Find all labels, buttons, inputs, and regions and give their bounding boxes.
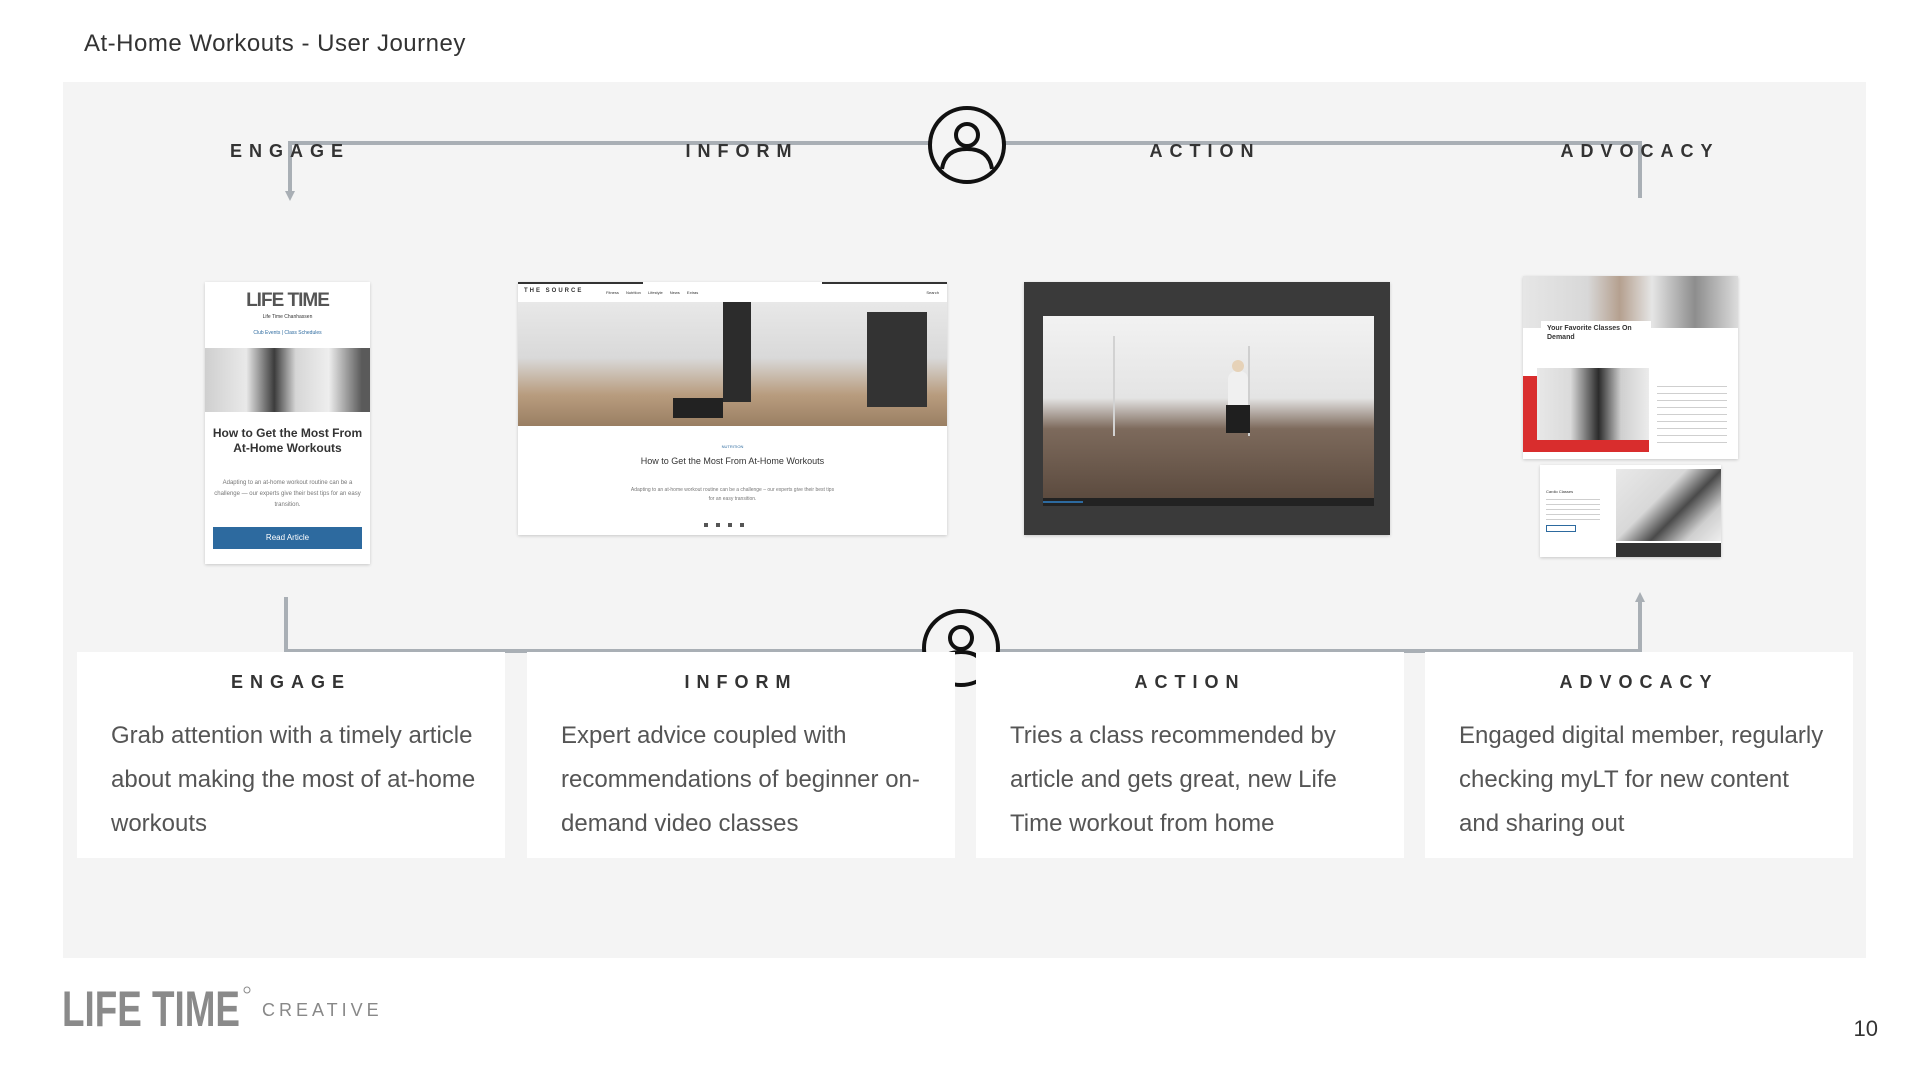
- creative-label: CREATIVE: [262, 1000, 383, 1020]
- card-advocacy: ADVOCACY Engaged digital member, regular…: [1425, 652, 1853, 858]
- thumb-nav: Fitness Nutrition Lifestyle News Extras: [606, 290, 699, 295]
- engage-email-thumbnail: LIFE TIME Life Time Chanhassen Club Even…: [205, 282, 370, 564]
- thumb-headline: How to Get the Most From At-Home Workout…: [640, 456, 825, 466]
- card-title: ENGAGE: [230, 672, 351, 692]
- thumb-photo: [205, 348, 370, 412]
- life-time-logo: LIFE TIME: [62, 984, 251, 1032]
- user-circle-icon: [928, 106, 1006, 184]
- stage-label-advocacy: ADVOCACY: [1560, 141, 1720, 161]
- page-number: 10: [1853, 1016, 1878, 1041]
- card-body: Tries a class recommended by article and…: [1010, 722, 1337, 837]
- card-inform: INFORM Expert advice coupled with recomm…: [527, 652, 955, 858]
- thumb-hero-photo: [518, 302, 947, 426]
- video-controls[interactable]: [1043, 498, 1374, 506]
- card-title: ACTION: [1134, 672, 1246, 692]
- svg-text:LIFE TIME: LIFE TIME: [62, 984, 240, 1032]
- thumb-blurb: Adapting to an at-home workout routine c…: [214, 480, 361, 508]
- card-title: INFORM: [684, 672, 798, 692]
- action-video-thumbnail: [1024, 282, 1390, 535]
- card-engage: ENGAGE Grab attention with a timely arti…: [77, 652, 505, 858]
- stage-label-action: ACTION: [1149, 141, 1261, 161]
- advocacy-class-name: Cardio Classes: [1546, 489, 1574, 494]
- card-title: ADVOCACY: [1559, 672, 1719, 692]
- thumb-search: Search: [926, 290, 939, 295]
- video-frame: [1043, 316, 1374, 498]
- thumb-club-name: Life Time Chanhassen: [262, 314, 313, 320]
- inform-article-thumbnail: THE SOURCE Fitness Nutrition Lifestyle N…: [518, 282, 947, 535]
- share-icons: [704, 514, 761, 527]
- advocacy-ondemand-thumbnail: Your Favorite Classes On Demand: [1523, 276, 1738, 459]
- stage-label-inform: INFORM: [685, 141, 799, 161]
- advocacy-heading: Your Favorite Classes On Demand: [1547, 325, 1632, 341]
- advocacy-class-thumbnail: Cardio Classes: [1540, 465, 1721, 557]
- thumb-logo: LIFE TIME: [246, 290, 330, 311]
- thumb-headline: How to Get the Most From At-Home Workout…: [212, 426, 363, 455]
- thumb-club-links: Club Events | Class Schedules: [253, 330, 322, 336]
- card-body: Grab attention with a timely article abo…: [111, 722, 476, 837]
- card-body: Expert advice coupled with recommendatio…: [561, 722, 920, 837]
- thumb-blurb: Adapting to an at-home workout routine c…: [630, 487, 835, 502]
- card-action: ACTION Tries a class recommended by arti…: [976, 652, 1404, 858]
- thumb-category: NUTRITION: [721, 444, 744, 449]
- card-body: Engaged digital member, regularly checki…: [1459, 722, 1824, 837]
- stage-label-engage: ENGAGE: [229, 141, 350, 161]
- read-article-button[interactable]: Read Article: [213, 527, 362, 549]
- thumb-site-name: THE SOURCE: [524, 288, 584, 294]
